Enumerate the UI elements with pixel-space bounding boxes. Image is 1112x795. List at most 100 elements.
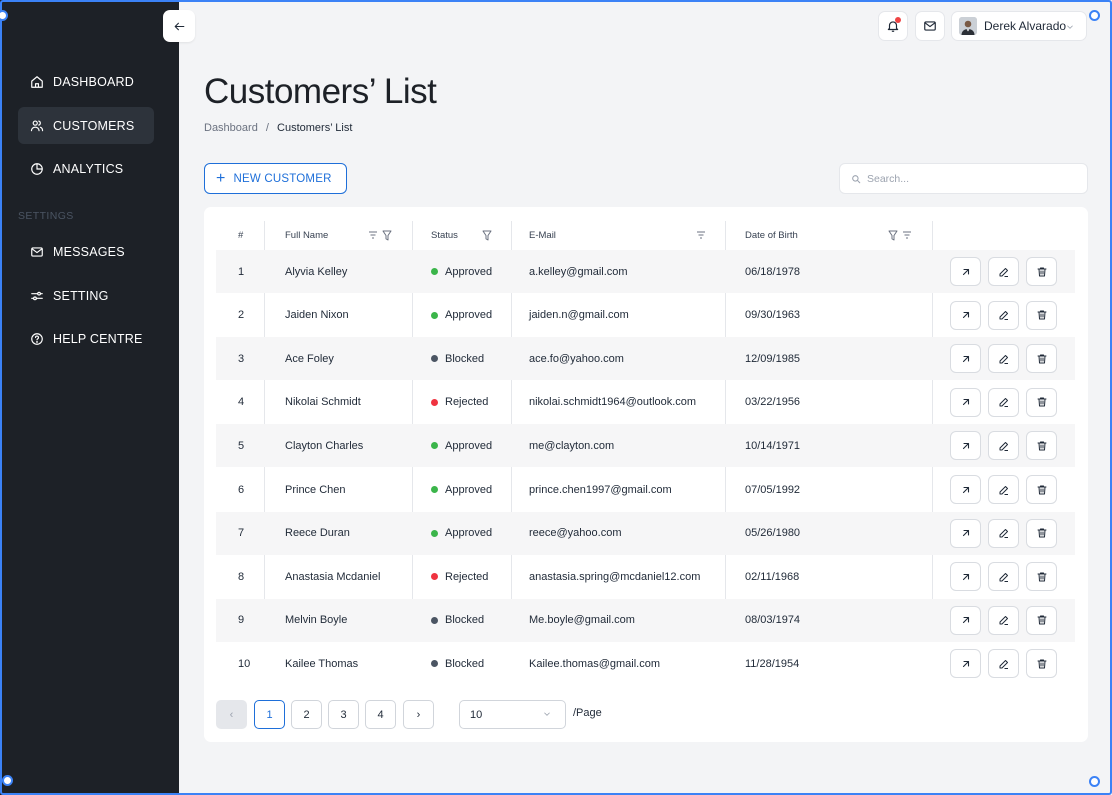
page-button-2[interactable]: 2 — [291, 700, 322, 729]
status-label: Approved — [445, 527, 493, 540]
table-row[interactable]: 4 Nikolai Schmidt Rejected nikolai.schmidt1… — [216, 381, 1075, 424]
sort-icon[interactable] — [368, 221, 378, 249]
table-row[interactable]: 9 Melvin Boyle Blocked Me.boyle@gmail.com 08… — [216, 598, 1075, 642]
page-button-4[interactable]: 4 — [365, 700, 396, 729]
breadcrumb-root[interactable]: Dashboard — [204, 122, 258, 134]
messages-button[interactable] — [915, 11, 945, 41]
edit-button[interactable] — [988, 649, 1019, 679]
delete-button[interactable] — [1026, 475, 1057, 504]
edit-button[interactable] — [988, 605, 1019, 635]
table-row[interactable]: 6 Prince Chen Approved prince.chen1997@gmai… — [216, 468, 1075, 511]
search-input[interactable] — [867, 172, 1067, 185]
delete-button[interactable] — [1026, 649, 1057, 679]
delete-button[interactable] — [1026, 344, 1057, 374]
table-row[interactable]: 8 Anastasia Mcdaniel Rejected anastasia.spr… — [216, 555, 1075, 598]
next-page-button[interactable]: › — [403, 700, 434, 729]
sidebar-item-dashboard[interactable]: DASHBOARD — [18, 63, 154, 100]
col-status-header: Status — [431, 229, 458, 241]
page-button-3[interactable]: 3 — [328, 700, 359, 729]
resize-handle[interactable] — [1089, 10, 1100, 21]
edit-button[interactable] — [988, 300, 1019, 330]
row-status: Approved — [431, 294, 492, 337]
arrow-up-right-icon — [962, 268, 969, 275]
delete-button[interactable] — [1026, 605, 1057, 635]
edit-button[interactable] — [988, 562, 1019, 592]
arrow-up-right-icon — [962, 399, 969, 406]
delete-button[interactable] — [1026, 387, 1057, 417]
open-button[interactable] — [950, 518, 981, 548]
open-button[interactable] — [950, 257, 981, 286]
page-title: Customers’ List — [204, 72, 437, 111]
row-index: 6 — [238, 483, 245, 496]
row-status: Blocked — [431, 599, 484, 642]
filter-icon[interactable] — [888, 221, 898, 249]
trash-icon — [1037, 441, 1046, 451]
table-row[interactable]: 2 Jaiden Nixon Approved jaiden.n@gmail.com 0… — [216, 294, 1075, 337]
sidebar: DASHBOARD CUSTOMERS ANALYTICS SETTINGS M… — [0, 0, 179, 795]
delete-button[interactable] — [1026, 562, 1057, 592]
open-button[interactable] — [950, 344, 981, 374]
new-customer-button[interactable]: + NEW CUSTOMER — [204, 163, 347, 194]
status-label: Blocked — [445, 657, 485, 670]
edit-button[interactable] — [988, 431, 1019, 461]
row-status: Approved — [431, 512, 492, 555]
per-page-value: 10 — [470, 708, 483, 721]
table-row[interactable]: 5 Clayton Charles Approved me@clayton.com 10… — [216, 424, 1075, 468]
table-row[interactable]: 10 Kailee Thomas Blocked Kailee.thomas@gmai… — [216, 642, 1075, 685]
status-label: Approved — [445, 483, 493, 496]
edit-button[interactable] — [988, 475, 1019, 504]
sidebar-item-setting[interactable]: SETTING — [18, 277, 154, 314]
row-email: Kailee.thomas@gmail.com — [529, 657, 660, 670]
row-index: 3 — [238, 352, 245, 365]
delete-button[interactable] — [1026, 257, 1057, 286]
open-button[interactable] — [950, 562, 981, 592]
delete-button[interactable] — [1026, 518, 1057, 548]
collapse-sidebar-button[interactable] — [163, 10, 195, 42]
open-button[interactable] — [950, 649, 981, 679]
open-button[interactable] — [950, 387, 981, 417]
sidebar-item-help-centre[interactable]: HELP CENTRE — [18, 320, 154, 357]
table-row[interactable]: 3 Ace Foley Blocked ace.fo@yahoo.com 12/09/1… — [216, 337, 1075, 381]
prev-page-button[interactable]: ‹ — [216, 700, 247, 729]
breadcrumb-separator: / — [265, 122, 269, 134]
sidebar-item-label: HELP CENTRE — [53, 331, 143, 346]
pencil-icon — [999, 441, 1008, 451]
resize-handle[interactable] — [1089, 776, 1100, 787]
table-row[interactable]: 7 Reece Duran Approved reece@yahoo.com 05/26… — [216, 511, 1075, 555]
open-button[interactable] — [950, 605, 981, 635]
delete-button[interactable] — [1026, 300, 1057, 330]
new-customer-label: NEW CUSTOMER — [233, 172, 332, 185]
search-box[interactable] — [839, 163, 1088, 194]
edit-button[interactable] — [988, 518, 1019, 548]
sidebar-item-messages[interactable]: MESSAGES — [18, 233, 154, 270]
row-index: 1 — [238, 265, 245, 278]
breadcrumb-current: Customers’ List — [277, 122, 353, 134]
resize-handle[interactable] — [2, 775, 13, 786]
row-index: 2 — [238, 309, 245, 322]
delete-button[interactable] — [1026, 431, 1057, 461]
open-button[interactable] — [950, 300, 981, 330]
trash-icon — [1037, 659, 1046, 669]
page-button-1[interactable]: 1 — [254, 700, 285, 729]
status-label: Blocked — [445, 614, 485, 627]
per-page-select[interactable]: 10 — [459, 700, 566, 729]
pencil-icon — [999, 398, 1008, 408]
sidebar-item-analytics[interactable]: ANALYTICS — [18, 150, 154, 187]
edit-button[interactable] — [988, 257, 1019, 286]
table-row[interactable]: 1 Alyvia Kelley Approved a.kelley@gmail.com… — [216, 250, 1075, 293]
arrow-up-right-icon — [962, 312, 969, 319]
edit-button[interactable] — [988, 344, 1019, 374]
user-menu[interactable]: Derek Alvarado — [951, 11, 1087, 41]
pencil-icon — [999, 529, 1008, 539]
edit-button[interactable] — [988, 387, 1019, 417]
col-email-header: E-Mail — [529, 229, 556, 241]
sidebar-item-customers[interactable]: CUSTOMERS — [18, 107, 154, 144]
open-button[interactable] — [950, 431, 981, 461]
filter-icon[interactable] — [482, 221, 492, 249]
users-icon — [30, 119, 44, 131]
open-button[interactable] — [950, 475, 981, 504]
sort-icon[interactable] — [696, 221, 706, 249]
filter-icon[interactable] — [382, 221, 392, 249]
sort-icon[interactable] — [902, 221, 912, 249]
notifications-button[interactable] — [878, 11, 908, 41]
